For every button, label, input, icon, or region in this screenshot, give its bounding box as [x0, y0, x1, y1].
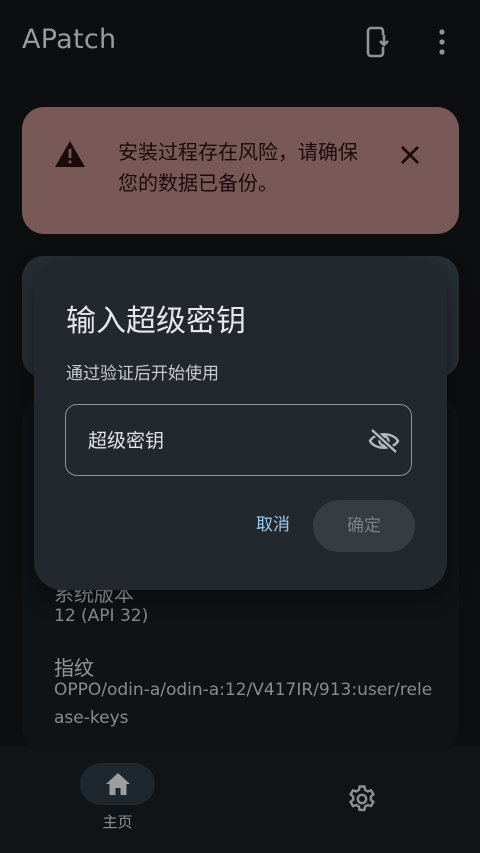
dialog-title: 输入超级密钥: [66, 304, 246, 339]
superkey-field[interactable]: [65, 404, 412, 476]
confirm-button[interactable]: 确定: [313, 500, 415, 552]
visibility-off-icon[interactable]: [368, 427, 400, 455]
superkey-input[interactable]: [86, 405, 360, 476]
superkey-dialog: 输入超级密钥 通过验证后开始使用 取消 确定: [34, 262, 447, 590]
dialog-description: 通过验证后开始使用: [66, 364, 219, 384]
cancel-button[interactable]: 取消: [246, 510, 300, 540]
